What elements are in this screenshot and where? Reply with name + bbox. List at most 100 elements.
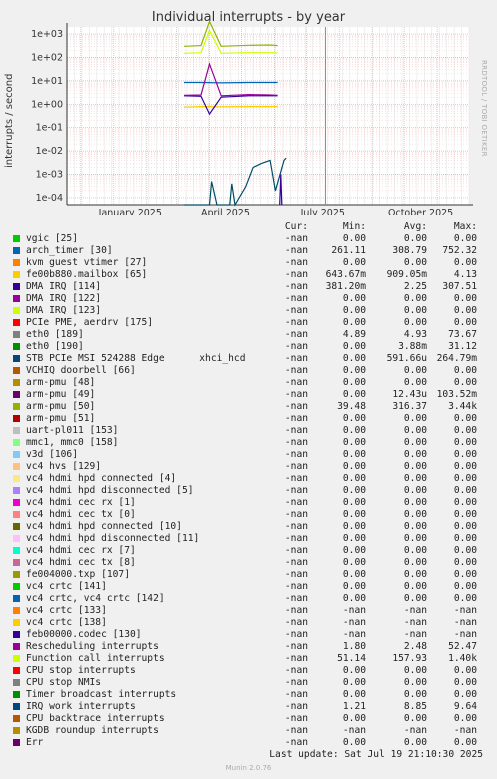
legend-cur-value: -nan (284, 461, 308, 472)
legend-cur-value: -nan (284, 605, 308, 616)
legend-row: CPU backtrace interrupts -nan 0.00 0.00 0.00 (0, 713, 497, 725)
x-tick-label: July 2025 (300, 208, 345, 215)
legend-name: vc4 hdmi cec tx [8] (26, 557, 136, 568)
legend-cur-value: -nan (284, 665, 308, 676)
legend-row: CPU stop interrupts -nan 0.00 0.00 0.00 (0, 665, 497, 677)
legend-cur-value: -nan (284, 725, 308, 736)
legend-cur-value: -nan (284, 713, 308, 724)
legend-max-value: 4.13 (453, 269, 477, 280)
legend-row: vc4 hdmi cec rx [1] -nan 0.00 0.00 0.00 (0, 497, 497, 509)
legend-min-value: 0.00 (342, 305, 366, 316)
legend-cur-value: -nan (284, 497, 308, 508)
legend-cur-value: -nan (284, 701, 308, 712)
legend-row: vc4 crtc, vc4 crtc [142] -nan 0.00 0.00 0.00 (0, 593, 497, 605)
legend-min-value: 0.00 (342, 257, 366, 268)
legend-swatch (13, 295, 20, 302)
legend-row: STB PCIe MSI 524288 Edge xhci_hcd -nan 0.0… (0, 353, 497, 365)
legend-min-value: 0.00 (342, 581, 366, 592)
legend-swatch (13, 463, 20, 470)
legend-swatch (13, 343, 20, 350)
y-tick-label: 1e-02 (36, 146, 63, 157)
legend-min-value: 0.00 (342, 677, 366, 688)
legend-name: Err (26, 737, 44, 748)
legend-name: Function call interrupts (26, 653, 165, 664)
legend-name: vc4 crtc [138] (26, 617, 107, 628)
legend-row: mmc1, mmc0 [158] -nan 0.00 0.00 0.00 (0, 437, 497, 449)
y-tick-label: 1e-01 (36, 123, 63, 134)
col-max-header: Max: (453, 221, 477, 232)
legend-swatch (13, 715, 20, 722)
legend-min-value: 0.00 (342, 569, 366, 580)
legend-row: Rescheduling interrupts -nan 1.80 2.48 52.47 (0, 641, 497, 653)
legend-name: DMA IRQ [114] (26, 281, 102, 292)
legend-min-value: 0.00 (342, 461, 366, 472)
legend-name: CPU backtrace interrupts (26, 713, 165, 724)
legend-cur-value: -nan (284, 401, 308, 412)
legend-swatch (13, 739, 20, 746)
series-line (183, 105, 278, 108)
legend-min-value: 0.00 (342, 713, 366, 724)
legend-row: vc4 crtc [141] -nan 0.00 0.00 0.00 (0, 581, 497, 593)
legend-swatch (13, 259, 20, 266)
legend-row: DMA IRQ [122] -nan 0.00 0.00 0.00 (0, 293, 497, 305)
legend-min-value: 1.21 (342, 701, 366, 712)
legend-cur-value: -nan (284, 557, 308, 568)
legend-row: KGDB roundup interrupts -nan -nan -nan -nan (0, 725, 497, 737)
legend-max-value: 0.00 (453, 593, 477, 604)
legend-swatch (13, 391, 20, 398)
legend-name: uart-pl011 [153] (26, 425, 119, 436)
legend-swatch (13, 403, 20, 410)
legend-swatch (13, 499, 20, 506)
legend-name: vc4 hdmi hpd connected [4] (26, 473, 177, 484)
legend-min-value: 0.00 (342, 365, 366, 376)
legend-name: vc4 hdmi cec rx [1] (26, 497, 136, 508)
x-tick-label: January 2025 (98, 208, 162, 215)
legend-cur-value: -nan (284, 473, 308, 484)
legend-min-value: 0.00 (342, 353, 366, 364)
legend-min-value: 0.00 (342, 545, 366, 556)
legend-name: DMA IRQ [123] (26, 305, 102, 316)
legend-name: CPU stop NMIs (26, 677, 102, 688)
legend-cur-value: -nan (284, 737, 308, 748)
legend-max-value: 0.00 (453, 713, 477, 724)
legend-name: Rescheduling interrupts (26, 641, 159, 652)
legend-swatch (13, 703, 20, 710)
legend-max-value: 73.67 (448, 329, 477, 340)
legend-row: IRQ work interrupts -nan 1.21 8.85 9.64 (0, 701, 497, 713)
legend-max-value: 103.52m (436, 389, 477, 400)
legend-max-value: 0.00 (453, 293, 477, 304)
legend-name: kvm guest vtimer [27] (26, 257, 148, 268)
legend-min-value: -nan (342, 605, 366, 616)
legend-cur-value: -nan (284, 569, 308, 580)
legend-name: IRQ work interrupts (26, 701, 136, 712)
legend-min-value: 0.00 (342, 593, 366, 604)
legend-max-value: 0.00 (453, 677, 477, 688)
legend-name: arch_timer [30] (26, 245, 113, 256)
legend-row: vc4 hdmi hpd disconnected [5] -nan 0.00 0.0… (0, 485, 497, 497)
legend-swatch (13, 643, 20, 650)
legend-cur-value: -nan (284, 293, 308, 304)
legend-min-value: 0.00 (342, 437, 366, 448)
legend-row: PCIe PME, aerdrv [175] -nan 0.00 0.00 0.00 (0, 317, 497, 329)
legend-cur-value: -nan (284, 389, 308, 400)
legend-name: vc4 crtc, vc4 crtc [142] (26, 593, 165, 604)
legend-swatch (13, 547, 20, 554)
legend-max-value: 0.00 (453, 557, 477, 568)
legend-max-value: 0.00 (453, 233, 477, 244)
legend-row: DMA IRQ [123] -nan 0.00 0.00 0.00 (0, 305, 497, 317)
legend-cur-value: -nan (284, 689, 308, 700)
legend-swatch (13, 355, 20, 362)
legend-name: arm-pmu [48] (26, 377, 96, 388)
legend-name: arm-pmu [51] (26, 413, 96, 424)
legend-min-value: 643.67m (325, 269, 366, 280)
legend-min-value: 39.48 (337, 401, 366, 412)
y-tick-label: 1e+02 (31, 52, 63, 63)
legend-swatch (13, 727, 20, 734)
legend-max-value: 264.79m (436, 353, 477, 364)
legend-min-value: 0.00 (342, 689, 366, 700)
legend-max-value: -nan (453, 617, 477, 628)
legend-swatch (13, 235, 20, 242)
legend-name: eth0 [189] (26, 329, 84, 340)
legend-row: vc4 hdmi cec tx [8] -nan 0.00 0.00 0.00 (0, 557, 497, 569)
legend-name: vc4 hdmi hpd disconnected [11] (26, 533, 200, 544)
